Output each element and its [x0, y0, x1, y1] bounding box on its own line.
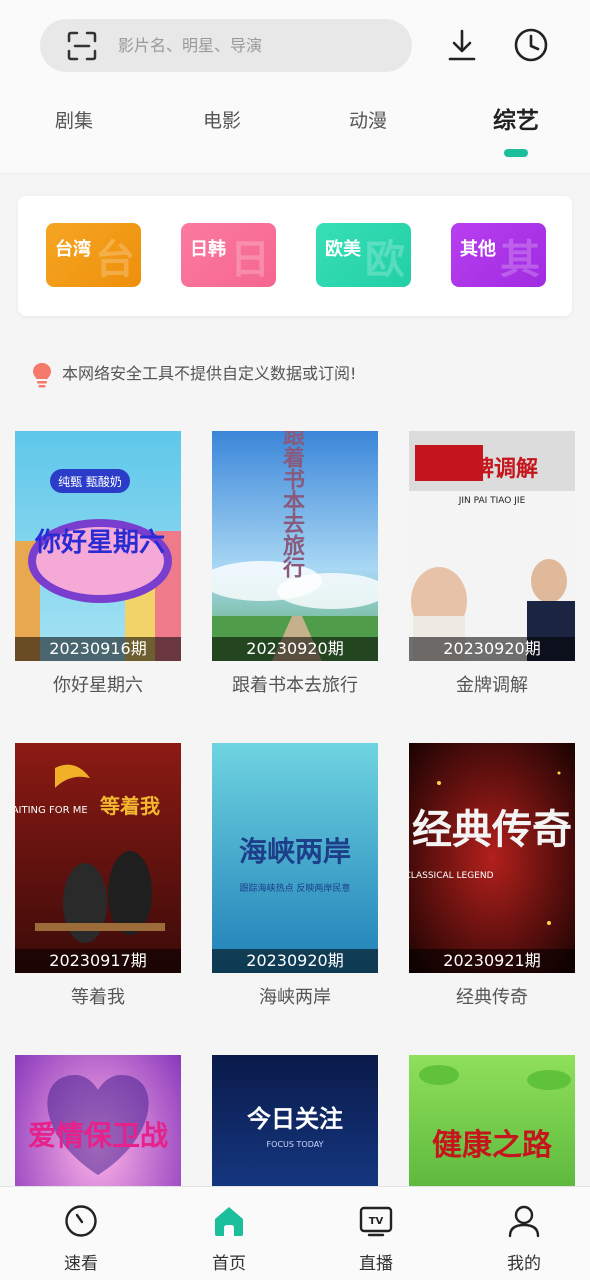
top-header: 影片名、明星、导演 剧集 电影 动漫 综艺 [0, 0, 590, 174]
episode-label: 20230916期 [15, 637, 181, 661]
episode-label: 20230920期 [212, 637, 378, 661]
item-title[interactable]: 金牌调解 [409, 671, 575, 697]
item-title[interactable]: 你好星期六 [15, 671, 181, 697]
lightbulb-icon [33, 363, 51, 388]
poster-title: 健康之路 [432, 1128, 553, 1163]
region-watermark: 其 [500, 237, 540, 283]
poster-title: 你好星期六 [34, 528, 165, 558]
history-icon[interactable] [513, 27, 549, 63]
tv-icon: TV [359, 1206, 393, 1237]
category-tabs: 剧集 电影 动漫 综艺 [0, 96, 590, 156]
region-watermark: 台 [95, 237, 135, 283]
poster-title: 爱情保卫战 [28, 1119, 168, 1152]
home-icon [215, 1207, 243, 1236]
item-title[interactable]: 跟着书本去旅行 [212, 671, 378, 697]
region-label: 欧美 [325, 239, 361, 260]
region-button-japan-korea[interactable]: 日 日韩 [181, 223, 276, 287]
region-label: 台湾 [55, 239, 91, 260]
poster-image[interactable]: 金牌调解 JIN PAI TIAO JIE 20230920期 [409, 431, 575, 661]
search-placeholder[interactable]: 影片名、明星、导演 [118, 19, 262, 72]
list-item[interactable]: 金牌调解 JIN PAI TIAO JIE 20230920期 金牌调解 [409, 431, 575, 697]
poster-subtitle: 纯甄 甄酸奶 [58, 474, 122, 489]
region-filter-card: 台 台湾 日 日韩 欧 欧美 其 其他 [18, 196, 572, 316]
tab-anime[interactable]: 动漫 [318, 96, 418, 146]
svg-text:TV: TV [369, 1216, 384, 1227]
tab-variety[interactable]: 综艺 [466, 96, 566, 146]
download-icon[interactable] [446, 28, 478, 62]
poster-title: 金牌调解 [449, 456, 538, 482]
search-bar[interactable]: 影片名、明星、导演 [40, 19, 412, 72]
nav-item-quick-watch[interactable]: 速看 [31, 1187, 131, 1280]
poster-image[interactable]: 跟着书本去旅行 20230920期 [212, 431, 378, 661]
poster-image[interactable]: 经典传奇 CLASSICAL LEGEND 20230921期 [409, 743, 575, 973]
scan-icon[interactable] [66, 30, 98, 62]
poster-image[interactable]: 海峡两岸 跟踪海峡热点 反映两岸民意 20230920期 [212, 743, 378, 973]
list-item[interactable]: 你好星期六 纯甄 甄酸奶 20230916期 你好星期六 [15, 431, 181, 697]
episode-label: 20230920期 [212, 949, 378, 973]
nav-label: 我的 [507, 1254, 541, 1274]
region-watermark: 日 [230, 237, 270, 283]
item-title[interactable]: 经典传奇 [409, 983, 575, 1009]
notice-text: 本网络安全工具不提供自定义数据或订阅! [62, 364, 357, 383]
nav-label: 首页 [212, 1254, 246, 1274]
poster-subtitle: FOCUS TODAY [267, 1140, 324, 1149]
nav-item-live[interactable]: TV 直播 [326, 1187, 426, 1280]
item-title[interactable]: 海峡两岸 [212, 983, 378, 1009]
list-item[interactable]: 等着我 WAITING FOR ME 20230917期 等着我 [15, 743, 181, 1009]
region-button-other[interactable]: 其 其他 [451, 223, 546, 287]
nav-label: 直播 [359, 1254, 393, 1274]
region-label: 日韩 [190, 239, 226, 260]
poster-image[interactable]: 你好星期六 纯甄 甄酸奶 20230916期 [15, 431, 181, 661]
poster-title: 海峡两岸 [239, 835, 351, 868]
poster-subtitle: WAITING FOR ME [15, 805, 88, 816]
item-title[interactable]: 等着我 [15, 983, 181, 1009]
episode-label: 20230920期 [409, 637, 575, 661]
bottom-navigation: 速看 首页 TV 直播 我的 [0, 1186, 590, 1280]
region-button-taiwan[interactable]: 台 台湾 [46, 223, 141, 287]
region-label: 其他 [460, 239, 496, 260]
list-item[interactable]: 跟着书本去旅行 20230920期 跟着书本去旅行 [212, 431, 378, 697]
poster-subtitle: JIN PAI TIAO JIE [458, 496, 526, 506]
poster-title: 经典传奇 [412, 806, 572, 853]
tab-indicator [504, 149, 528, 157]
nav-item-profile[interactable]: 我的 [474, 1187, 574, 1280]
poster-title: 等着我 [100, 794, 160, 818]
tab-movies[interactable]: 电影 [172, 96, 272, 146]
list-item[interactable]: 经典传奇 CLASSICAL LEGEND 20230921期 经典传奇 [409, 743, 575, 1009]
nav-label: 速看 [64, 1254, 98, 1274]
episode-label: 20230921期 [409, 949, 575, 973]
poster-title: 今日关注 [247, 1105, 343, 1133]
region-button-europe-america[interactable]: 欧 欧美 [316, 223, 411, 287]
poster-title: 跟着书本去旅行 [279, 431, 306, 579]
poster-image[interactable]: 等着我 WAITING FOR ME 20230917期 [15, 743, 181, 973]
list-item[interactable]: 海峡两岸 跟踪海峡热点 反映两岸民意 20230920期 海峡两岸 [212, 743, 378, 1009]
nav-item-home[interactable]: 首页 [179, 1187, 279, 1280]
poster-subtitle: 跟踪海峡热点 反映两岸民意 [240, 882, 351, 894]
episode-label: 20230917期 [15, 949, 181, 973]
poster-subtitle: CLASSICAL LEGEND [409, 871, 494, 881]
tab-series[interactable]: 剧集 [24, 96, 124, 146]
clock-icon [65, 1205, 97, 1237]
user-icon [508, 1205, 540, 1238]
region-watermark: 欧 [365, 237, 405, 283]
